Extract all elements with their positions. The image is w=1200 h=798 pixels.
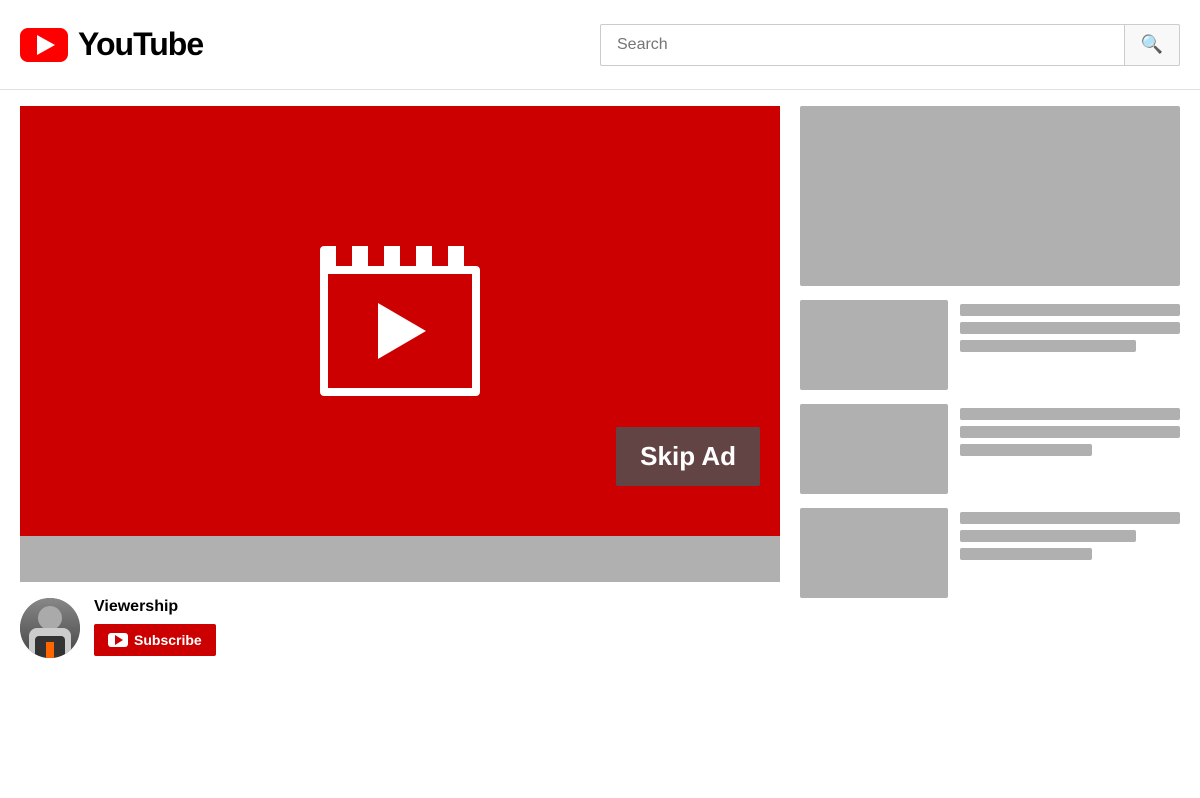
avatar-head [38,606,62,630]
clapper-play-triangle [378,303,426,359]
subscribe-label: Subscribe [134,632,202,648]
skip-ad-button[interactable]: Skip Ad [616,427,760,486]
channel-info: Viewership Subscribe [20,598,780,658]
suggested-title-line-1 [960,304,1180,316]
channel-avatar [20,598,80,658]
channel-details: Viewership Subscribe [94,598,216,656]
suggested-title-line-3 [960,444,1092,456]
search-icon: 🔍 [1141,34,1163,55]
video-controls[interactable] [20,536,780,582]
sidebar-top-banner [800,106,1180,286]
suggested-info [960,404,1180,456]
suggested-info [960,508,1180,560]
video-player[interactable]: Skip Ad [20,106,780,536]
suggested-title-line-3 [960,548,1092,560]
youtube-play-triangle [37,35,55,55]
suggested-title-line-2 [960,530,1136,542]
suggested-info [960,300,1180,352]
film-clapper-icon [320,246,480,396]
subscribe-yt-triangle [115,635,123,645]
suggested-title-line-1 [960,512,1180,524]
header: YouTube 🔍 [0,0,1200,90]
avatar-person [20,598,80,658]
logo-text: YouTube [78,26,203,63]
search-input[interactable] [600,24,1124,66]
clapper-body [320,266,480,396]
subscribe-yt-icon [108,633,128,647]
suggested-item[interactable] [800,404,1180,494]
suggested-thumbnail [800,508,948,598]
video-section: Skip Ad Viewership Subscribe [20,106,780,658]
logo-container: YouTube [20,26,203,63]
main-content: Skip Ad Viewership Subscribe [0,90,1200,674]
suggested-title-line-2 [960,322,1180,334]
sidebar [800,106,1180,658]
suggested-thumbnail [800,404,948,494]
suggested-item[interactable] [800,300,1180,390]
suggested-title-line-3 [960,340,1136,352]
suggested-thumbnail [800,300,948,390]
avatar-tie [46,642,54,658]
suggested-title-line-2 [960,426,1180,438]
search-button[interactable]: 🔍 [1124,24,1180,66]
channel-name: Viewership [94,598,216,616]
search-container: 🔍 [600,24,1180,66]
youtube-logo-icon [20,28,68,62]
suggested-title-line-1 [960,408,1180,420]
subscribe-button[interactable]: Subscribe [94,624,216,656]
suggested-item[interactable] [800,508,1180,598]
